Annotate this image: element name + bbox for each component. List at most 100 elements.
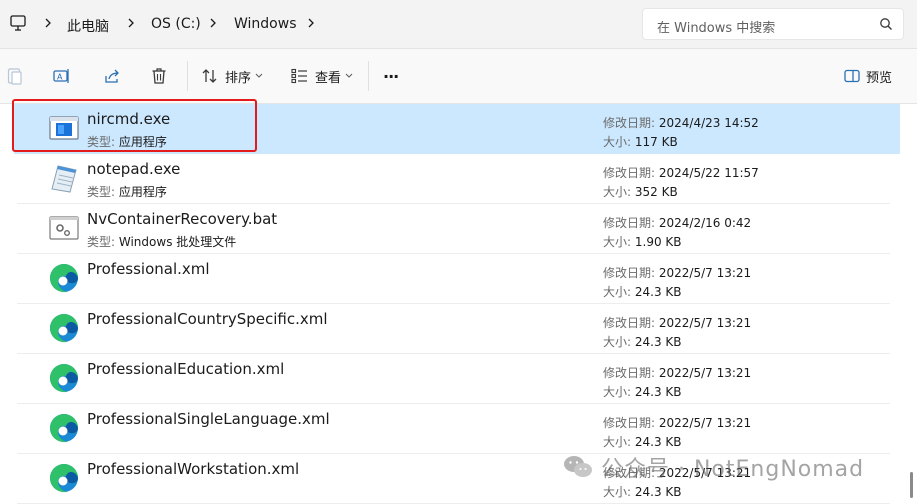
sort-button[interactable]: 排序 <box>201 65 263 87</box>
chevron-right-icon[interactable] <box>43 16 53 30</box>
breadcrumb-this-pc[interactable]: 此电脑 <box>67 16 109 36</box>
file-type-value: Windows 批处理文件 <box>118 235 237 249</box>
file-size: 大小: 24.3 KB <box>603 383 682 400</box>
file-size: 大小: 352 KB <box>603 183 678 200</box>
modified-key: 修改日期: <box>603 366 656 380</box>
file-type: 类型: Windows 批处理文件 <box>87 233 236 250</box>
file-size-value: 24.3 KB <box>634 485 682 499</box>
size-key: 大小: <box>603 485 632 499</box>
file-row[interactable]: ProfessionalCountrySpecific.xml 修改日期: 20… <box>17 304 890 354</box>
file-name[interactable]: NvContainerRecovery.bat <box>87 210 277 228</box>
file-size-value: 117 KB <box>634 135 678 149</box>
share-button[interactable] <box>103 65 121 87</box>
chevron-right-icon[interactable] <box>208 16 218 30</box>
notepad-icon <box>51 165 77 193</box>
watermark-text: 公众号 · NotEngNomad <box>601 457 865 482</box>
file-type: 类型: 应用程序 <box>87 133 167 150</box>
file-modified-value: 2022/5/7 13:21 <box>658 416 752 430</box>
rename-icon: A <box>53 69 69 83</box>
file-name[interactable]: ProfessionalEducation.xml <box>87 360 284 378</box>
watermark: 公众号 · NotEngNomad <box>563 452 864 482</box>
breadcrumb-windows[interactable]: Windows <box>234 16 297 32</box>
file-row[interactable]: NvContainerRecovery.bat 类型: Windows 批处理文… <box>17 204 890 254</box>
file-modified-value: 2024/4/23 14:52 <box>658 116 759 130</box>
exe-window-icon <box>49 116 79 140</box>
wechat-icon <box>564 456 592 477</box>
paste-button[interactable] <box>7 65 23 87</box>
view-button[interactable]: 查看 <box>291 65 353 87</box>
size-key: 大小: <box>603 385 632 399</box>
toolbar-divider <box>368 61 369 91</box>
file-list: nircmd.exe 类型: 应用程序 修改日期: 2024/4/23 14:5… <box>0 104 917 504</box>
edge-icon <box>49 364 78 393</box>
size-key: 大小: <box>603 135 632 149</box>
search-icon[interactable] <box>879 17 893 31</box>
modified-key: 修改日期: <box>603 216 656 230</box>
file-modified-value: 2024/5/22 11:57 <box>658 166 759 180</box>
file-size: 大小: 1.90 KB <box>603 233 682 250</box>
file-modified: 修改日期: 2022/5/7 13:21 <box>603 264 751 281</box>
file-type-value: 应用程序 <box>118 185 167 199</box>
file-modified-value: 2024/2/16 0:42 <box>658 216 752 230</box>
paste-icon <box>7 68 22 85</box>
file-name[interactable]: ProfessionalSingleLanguage.xml <box>87 410 330 428</box>
view-list-icon <box>291 68 307 84</box>
share-icon <box>105 69 119 83</box>
type-key: 类型: <box>87 185 116 199</box>
edge-icon <box>49 314 78 343</box>
file-row[interactable]: Professional.xml 修改日期: 2022/5/7 13:21 大小… <box>17 254 890 304</box>
file-name[interactable]: Professional.xml <box>87 260 210 278</box>
search-box[interactable]: 在 Windows 中搜索 <box>642 8 904 40</box>
file-name[interactable]: ProfessionalCountrySpecific.xml <box>87 310 328 328</box>
chevron-down-icon <box>255 73 263 78</box>
file-size-value: 24.3 KB <box>634 435 682 449</box>
search-input[interactable]: 在 Windows 中搜索 <box>657 17 775 36</box>
more-icon: ··· <box>383 66 399 86</box>
file-row[interactable]: ProfessionalSingleLanguage.xml 修改日期: 202… <box>17 404 890 454</box>
preview-pane-button[interactable]: 预览 <box>844 65 892 87</box>
more-options-button[interactable]: ··· <box>383 65 399 87</box>
file-row[interactable]: notepad.exe 类型: 应用程序 修改日期: 2024/5/22 11:… <box>17 154 890 204</box>
modified-key: 修改日期: <box>603 266 656 280</box>
file-size-value: 1.90 KB <box>634 235 682 249</box>
edge-icon <box>49 264 78 293</box>
file-size: 大小: 24.3 KB <box>603 433 682 450</box>
type-key: 类型: <box>87 235 116 249</box>
preview-pane-icon <box>844 69 860 83</box>
file-modified: 修改日期: 2022/5/7 13:21 <box>603 414 751 431</box>
file-size: 大小: 24.3 KB <box>603 333 682 350</box>
file-size-value: 352 KB <box>634 185 678 199</box>
view-label: 查看 <box>315 70 342 86</box>
size-key: 大小: <box>603 185 632 199</box>
file-type-value: 应用程序 <box>118 135 167 149</box>
file-size: 大小: 24.3 KB <box>603 483 682 500</box>
rename-button[interactable]: A <box>53 65 71 87</box>
edge-icon <box>49 464 78 493</box>
file-size-value: 24.3 KB <box>634 285 682 299</box>
chevron-right-icon[interactable] <box>306 16 316 30</box>
file-name[interactable]: nircmd.exe <box>87 110 170 128</box>
chevron-down-icon <box>345 73 353 78</box>
size-key: 大小: <box>603 235 632 249</box>
modified-key: 修改日期: <box>603 316 656 330</box>
file-modified: 修改日期: 2022/5/7 13:21 <box>603 364 751 381</box>
file-row[interactable]: nircmd.exe 类型: 应用程序 修改日期: 2024/4/23 14:5… <box>14 104 900 154</box>
file-modified: 修改日期: 2024/5/22 11:57 <box>603 164 759 181</box>
file-modified-value: 2022/5/7 13:21 <box>658 366 752 380</box>
file-name[interactable]: notepad.exe <box>87 160 180 178</box>
modified-key: 修改日期: <box>603 116 656 130</box>
delete-button[interactable] <box>151 65 167 87</box>
vertical-scrollbar[interactable] <box>910 472 913 498</box>
file-row[interactable]: ProfessionalEducation.xml 修改日期: 2022/5/7… <box>17 354 890 404</box>
breadcrumb-os-c[interactable]: OS (C:) <box>151 16 201 32</box>
sort-icon <box>202 69 217 83</box>
file-name[interactable]: ProfessionalWorkstation.xml <box>87 460 299 478</box>
preview-label: 预览 <box>866 70 893 86</box>
file-type: 类型: 应用程序 <box>87 183 167 200</box>
this-pc-icon[interactable] <box>10 15 26 32</box>
svg-text:A: A <box>57 73 63 82</box>
file-modified-value: 2022/5/7 13:21 <box>658 316 752 330</box>
batch-file-icon <box>49 216 79 240</box>
chevron-right-icon[interactable] <box>126 16 136 30</box>
size-key: 大小: <box>603 335 632 349</box>
